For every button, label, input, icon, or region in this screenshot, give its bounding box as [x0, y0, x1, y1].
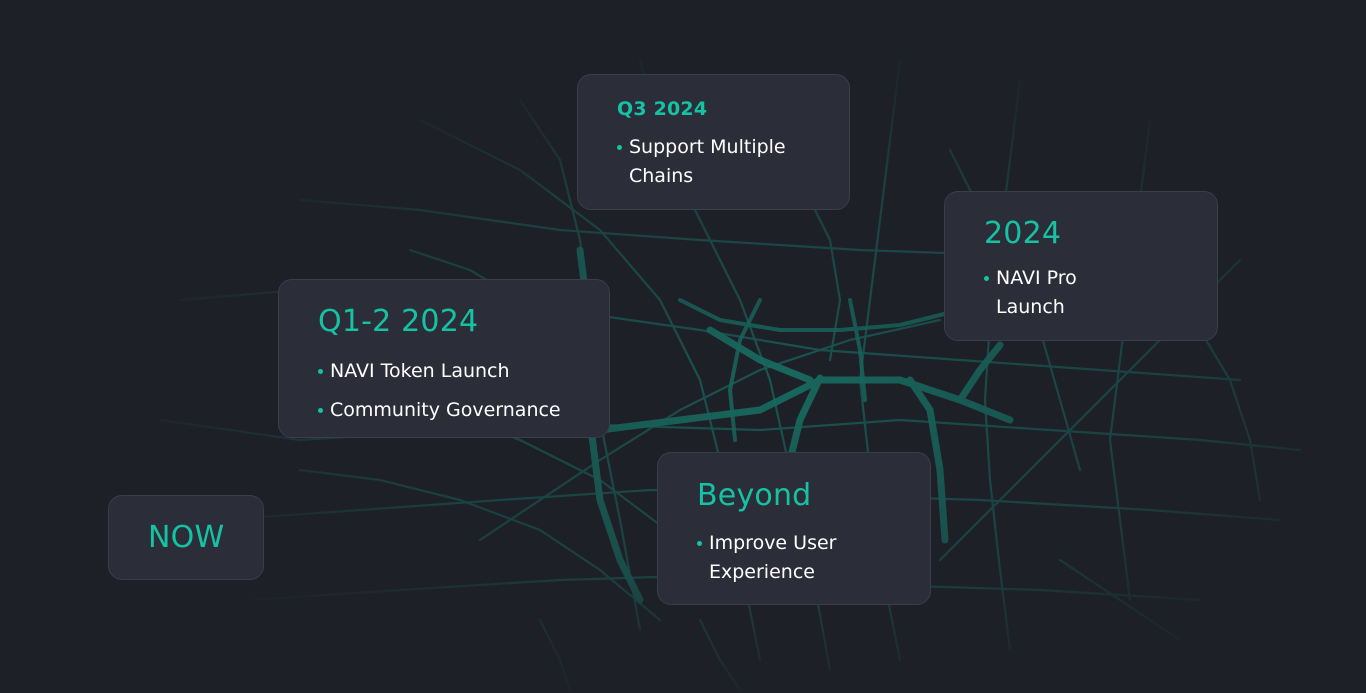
- roadmap-item-text: Improve User: [709, 532, 837, 554]
- roadmap-card-2024: 2024 NAVI Pro Launch: [944, 191, 1218, 341]
- roadmap-card-beyond: Beyond Improve User Experience: [657, 452, 931, 605]
- roadmap-card-items: NAVI Pro Launch: [984, 264, 1077, 322]
- bullet-dot-icon: [318, 408, 323, 413]
- bullet-dot-icon: [318, 369, 323, 374]
- roadmap-section: NOW Q1-2 2024 NAVI Token Launch Communit…: [0, 0, 1366, 693]
- roadmap-item-text: Chains: [629, 165, 694, 187]
- roadmap-card-q1-2-2024: Q1-2 2024 NAVI Token Launch Community Go…: [278, 279, 610, 438]
- roadmap-item-continuation: Chains: [617, 162, 786, 191]
- roadmap-item-continuation: Launch: [984, 293, 1077, 322]
- roadmap-card-title: 2024: [984, 216, 1062, 251]
- roadmap-card-items: Support Multiple Chains: [617, 133, 786, 191]
- roadmap-item-text: NAVI Token Launch: [330, 360, 510, 382]
- roadmap-card-title: Beyond: [697, 478, 812, 513]
- roadmap-card-q3-2024: Q3 2024 Support Multiple Chains: [577, 74, 850, 210]
- roadmap-item: NAVI Pro: [984, 264, 1077, 293]
- roadmap-item: Community Governance: [318, 391, 561, 430]
- roadmap-item: NAVI Token Launch: [318, 352, 561, 391]
- roadmap-item-text: Launch: [996, 296, 1065, 318]
- roadmap-item-text: Experience: [709, 561, 815, 583]
- bullet-dot-icon: [697, 541, 702, 546]
- roadmap-card-title: Q3 2024: [617, 98, 708, 120]
- roadmap-card-items: NAVI Token Launch Community Governance: [318, 352, 561, 430]
- roadmap-item-continuation: Experience: [697, 558, 836, 587]
- roadmap-item-text: Support Multiple: [629, 136, 786, 158]
- roadmap-item: Support Multiple: [617, 133, 786, 162]
- roadmap-item: Improve User: [697, 529, 836, 558]
- roadmap-item-text: Community Governance: [330, 399, 561, 421]
- bullet-dot-icon: [984, 276, 989, 281]
- roadmap-card-title: Q1-2 2024: [318, 304, 479, 339]
- roadmap-card-title: NOW: [148, 520, 225, 555]
- bullet-dot-icon: [617, 145, 622, 150]
- roadmap-card-now: NOW: [108, 495, 264, 580]
- roadmap-card-items: Improve User Experience: [697, 529, 836, 587]
- roadmap-item-text: NAVI Pro: [996, 267, 1077, 289]
